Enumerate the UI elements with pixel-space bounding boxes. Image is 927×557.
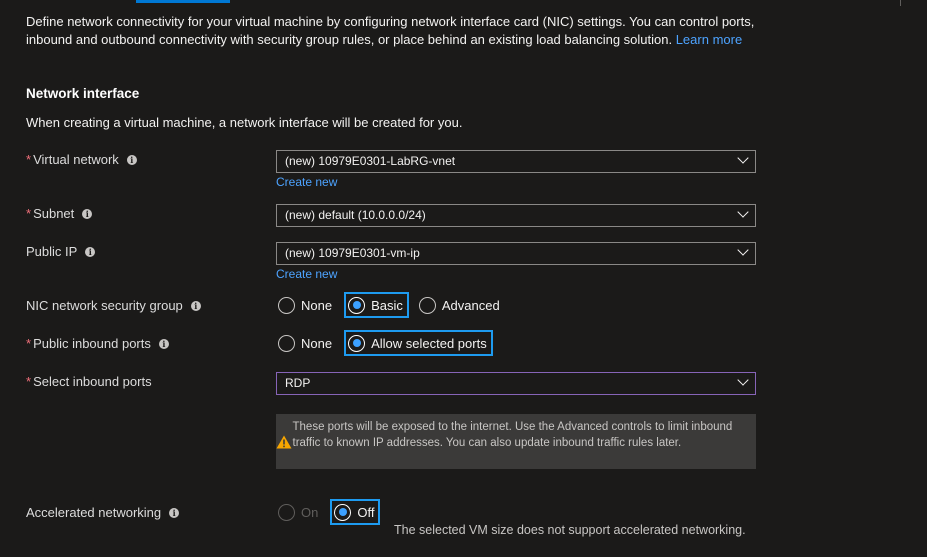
select-inbound-ports-label: * Select inbound ports — [26, 374, 152, 389]
chevron-down-icon — [737, 206, 749, 218]
radio-circle-disabled — [278, 503, 295, 521]
info-icon[interactable]: i — [190, 300, 201, 311]
public-inbound-ports-radio-group: None Allow selected ports — [276, 330, 501, 356]
virtual-network-create-new-link[interactable]: Create new — [276, 175, 337, 189]
section-title: Network interface — [26, 86, 140, 101]
radio-label: On — [301, 504, 319, 520]
radio-circle-selected — [334, 503, 352, 521]
radio-circle — [278, 296, 295, 314]
accelerated-networking-radio-group: On Off — [276, 499, 388, 525]
info-icon[interactable]: i — [85, 246, 96, 257]
accelerated-networking-label-text: Accelerated networking — [26, 505, 162, 520]
virtual-network-select[interactable]: (new) 10979E0301-LabRG-vnet — [276, 150, 756, 173]
nic-nsg-label: NIC network security group i — [26, 298, 201, 313]
nic-nsg-radio-group: None Basic Advanced — [276, 292, 512, 318]
learn-more-link[interactable]: Learn more — [676, 32, 742, 47]
radio-circle — [278, 334, 295, 352]
public-ip-create-new-link[interactable]: Create new — [276, 267, 337, 281]
public-ip-value: (new) 10979E0301-vm-ip — [285, 246, 420, 260]
virtual-network-value: (new) 10979E0301-LabRG-vnet — [285, 154, 456, 168]
radio-label: Advanced — [441, 297, 500, 313]
warning-text: These ports will be exposed to the inter… — [292, 421, 733, 449]
chevron-down-icon — [737, 152, 749, 164]
info-icon[interactable]: i — [82, 208, 93, 219]
accelerated-networking-on-radio: On — [276, 499, 322, 525]
radio-label: None — [301, 335, 333, 351]
chevron-down-icon — [737, 244, 749, 256]
select-inbound-ports-label-text: Select inbound ports — [33, 374, 152, 389]
public-inbound-allow-selected-radio[interactable]: Allow selected ports — [344, 330, 493, 356]
public-ip-label-text: Public IP — [26, 244, 78, 259]
virtual-network-label: * Virtual network i — [26, 152, 137, 167]
intro-text: Define network connectivity for your vir… — [26, 13, 766, 48]
nic-nsg-basic-radio[interactable]: Basic — [344, 292, 409, 318]
public-inbound-none-radio[interactable]: None — [276, 330, 336, 356]
radio-circle-selected — [348, 334, 366, 352]
info-icon[interactable]: i — [158, 338, 169, 349]
select-inbound-ports-select[interactable]: RDP — [276, 372, 756, 395]
virtual-network-label-text: Virtual network — [33, 152, 119, 167]
nic-nsg-label-text: NIC network security group — [26, 298, 183, 313]
public-inbound-ports-label-text: Public inbound ports — [33, 336, 151, 351]
subnet-label: * Subnet i — [26, 206, 93, 221]
inbound-ports-warning: These ports will be exposed to the inter… — [276, 414, 756, 469]
subnet-label-text: Subnet — [33, 206, 75, 221]
active-tab-indicator — [136, 0, 230, 3]
section-description: When creating a virtual machine, a netwo… — [26, 115, 463, 130]
accelerated-networking-off-radio[interactable]: Off — [330, 499, 381, 525]
subnet-select[interactable]: (new) default (10.0.0.0/24) — [276, 204, 756, 227]
info-icon[interactable]: i — [126, 154, 137, 165]
radio-label: Allow selected ports — [371, 335, 487, 351]
warning-icon — [276, 435, 292, 448]
tab-bar — [0, 0, 927, 6]
select-inbound-ports-value: RDP — [285, 376, 311, 390]
subnet-value: (new) default (10.0.0.0/24) — [285, 208, 426, 222]
tab-separator — [900, 0, 901, 6]
warning-icon-container — [276, 414, 293, 469]
radio-label: Basic — [371, 297, 403, 313]
radio-circle-selected — [348, 296, 366, 314]
intro-description: Define network connectivity for your vir… — [26, 14, 755, 47]
required-marker: * — [26, 152, 32, 167]
public-inbound-ports-label: * Public inbound ports i — [26, 336, 169, 351]
radio-label: Off — [357, 504, 375, 520]
nic-nsg-none-radio[interactable]: None — [276, 292, 336, 318]
nic-nsg-advanced-radio[interactable]: Advanced — [417, 292, 504, 318]
required-marker: * — [26, 206, 32, 221]
required-marker: * — [26, 336, 32, 351]
accelerated-networking-note: The selected VM size does not support ac… — [394, 523, 746, 537]
public-ip-select[interactable]: (new) 10979E0301-vm-ip — [276, 242, 756, 265]
chevron-down-icon — [737, 374, 749, 386]
radio-label: None — [301, 297, 333, 313]
info-icon[interactable]: i — [169, 507, 180, 518]
required-marker: * — [26, 374, 32, 389]
accelerated-networking-label: Accelerated networking i — [26, 505, 180, 520]
public-ip-label: Public IP i — [26, 244, 96, 259]
radio-circle — [418, 296, 436, 314]
